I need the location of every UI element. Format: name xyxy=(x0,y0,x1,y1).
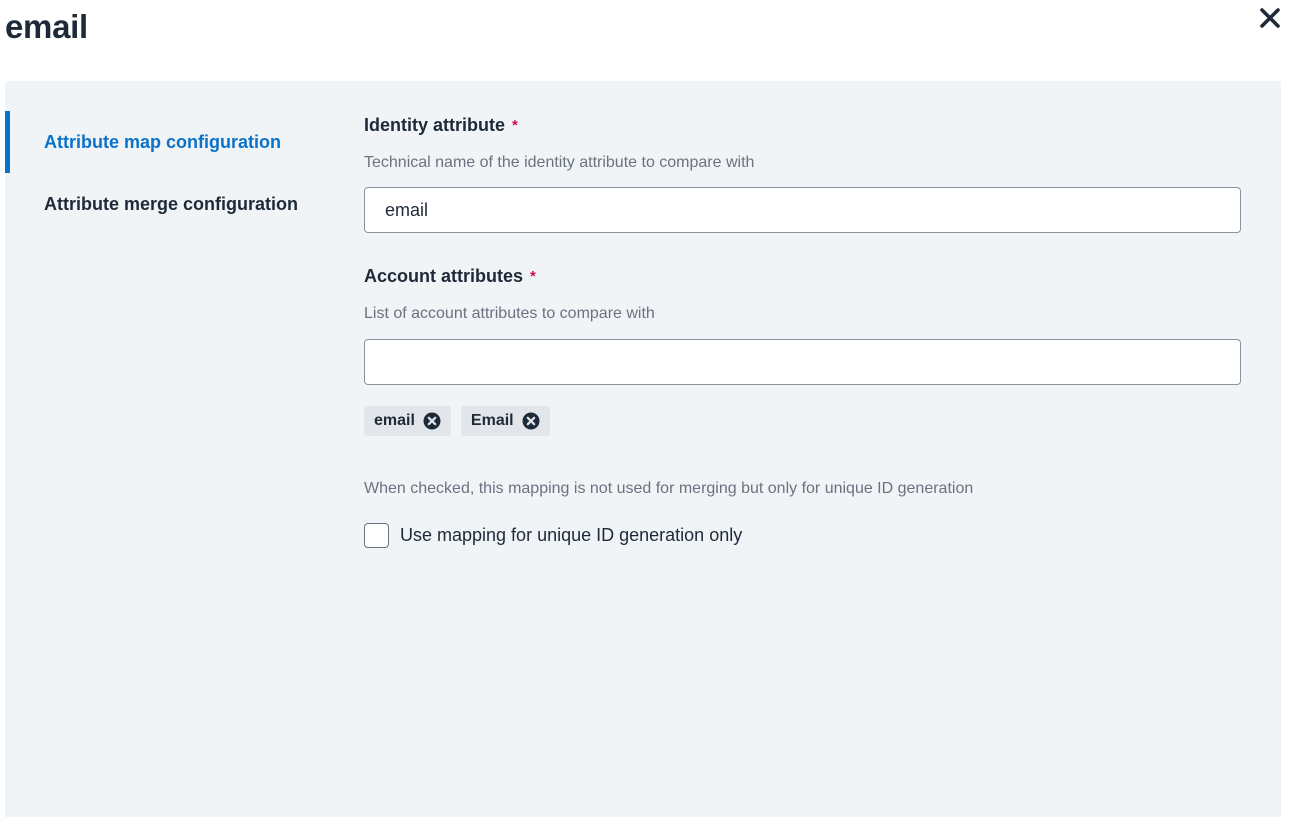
account-attributes-input[interactable] xyxy=(364,339,1241,385)
nav-item-label: Attribute map configuration xyxy=(44,131,281,152)
chip-remove-button[interactable] xyxy=(423,412,441,430)
identity-attribute-hint: Technical name of the identity attribute… xyxy=(364,154,755,171)
remove-circle-icon xyxy=(522,412,540,430)
unique-id-checkbox-label: Use mapping for unique ID generation onl… xyxy=(400,525,743,545)
identity-attribute-label: Identity attribute * xyxy=(364,115,518,135)
account-attributes-label: Account attributes * xyxy=(364,266,536,286)
remove-circle-icon xyxy=(423,412,441,430)
required-marker: * xyxy=(530,268,536,285)
dialog-title: email xyxy=(5,8,88,45)
nav-item-label: Attribute merge configuration xyxy=(44,193,299,214)
unique-id-checkbox[interactable] xyxy=(364,523,389,548)
nav-item-attribute-merge-configuration[interactable]: Attribute merge configuration xyxy=(5,173,345,235)
dialog-body: Attribute map configuration Attribute me… xyxy=(5,81,1281,817)
account-attribute-chips: email Email xyxy=(364,406,550,436)
close-icon xyxy=(1260,8,1280,28)
chip-label: Email xyxy=(470,412,514,429)
required-marker: * xyxy=(512,117,518,134)
nav-item-attribute-map-configuration[interactable]: Attribute map configuration xyxy=(5,111,345,173)
identity-attribute-input[interactable] xyxy=(364,187,1241,233)
unique-id-hint: When checked, this mapping is not used f… xyxy=(364,480,974,497)
dialog-header: email xyxy=(0,0,1295,80)
attribute-chip: email xyxy=(364,406,451,436)
attribute-chip: Email xyxy=(460,406,550,436)
section-nav: Attribute map configuration Attribute me… xyxy=(5,111,345,235)
account-attributes-hint: List of account attributes to compare wi… xyxy=(364,305,655,322)
chip-label: email xyxy=(374,412,415,429)
close-button[interactable] xyxy=(1256,4,1284,32)
chip-remove-button[interactable] xyxy=(522,412,540,430)
unique-id-checkbox-row[interactable]: Use mapping for unique ID generation onl… xyxy=(364,523,742,548)
